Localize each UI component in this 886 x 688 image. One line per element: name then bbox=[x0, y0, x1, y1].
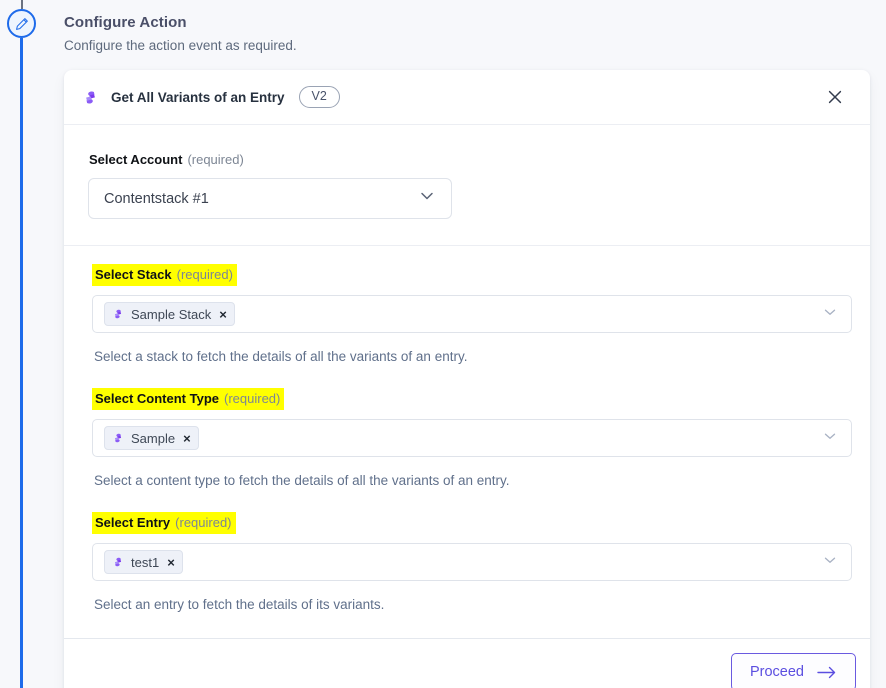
card-header: Get All Variants of an Entry V2 bbox=[64, 70, 870, 125]
select-account-label-text: Select Account bbox=[89, 152, 183, 167]
proceed-button-label: Proceed bbox=[749, 664, 804, 680]
stack-chip-label: Sample Stack bbox=[131, 306, 212, 322]
account-select-dropdown[interactable]: Contentstack #1 bbox=[88, 178, 452, 219]
proceed-button[interactable]: Proceed bbox=[730, 653, 856, 688]
select-stack-required: (required) bbox=[176, 267, 233, 282]
select-entry-label-text: Select Entry bbox=[95, 515, 171, 530]
fields-section: Select Stack (required) Sample Stack × S… bbox=[64, 246, 870, 639]
select-entry-required: (required) bbox=[175, 515, 232, 530]
select-account-required: (required) bbox=[187, 152, 244, 167]
contentstack-logo-icon bbox=[112, 308, 124, 320]
contentstack-logo-glyph bbox=[114, 557, 122, 567]
contentstack-logo-icon bbox=[82, 89, 99, 106]
chevron-down-glyph bbox=[421, 192, 433, 200]
chevron-down-icon bbox=[417, 186, 437, 211]
card-footer: Proceed bbox=[64, 639, 870, 688]
select-stack-label-text: Select Stack bbox=[95, 267, 172, 282]
contentstack-logo-icon bbox=[112, 432, 124, 444]
workflow-rail bbox=[0, 0, 44, 688]
select-entry-help: Select an entry to fetch the details of … bbox=[94, 597, 385, 612]
arrow-right-icon bbox=[817, 666, 837, 679]
account-select-value: Contentstack #1 bbox=[104, 190, 209, 207]
select-entry-label: Select Entry (required) bbox=[92, 512, 848, 534]
pencil-edit-icon[interactable] bbox=[7, 9, 36, 38]
chevron-down-glyph bbox=[824, 309, 836, 315]
content-type-chip-remove-icon[interactable]: × bbox=[183, 432, 191, 445]
rail-line-bottom bbox=[20, 38, 23, 688]
page-title: Configure Action bbox=[64, 14, 187, 31]
rail-line-top bbox=[21, 0, 23, 9]
content-type-chip[interactable]: Sample × bbox=[104, 426, 199, 450]
select-stack-label: Select Stack (required) bbox=[92, 264, 848, 286]
pencil-edit-icon-glyph bbox=[15, 17, 28, 30]
contentstack-logo-glyph bbox=[86, 90, 95, 104]
select-stack-label-highlight: Select Stack (required) bbox=[92, 264, 237, 286]
select-content-type-label-highlight: Select Content Type (required) bbox=[92, 388, 285, 410]
chevron-down-glyph bbox=[824, 433, 836, 439]
configure-action-card: Get All Variants of an Entry V2 Select A… bbox=[64, 70, 870, 688]
version-badge: V2 bbox=[298, 86, 340, 108]
select-entry-label-highlight: Select Entry (required) bbox=[92, 512, 236, 534]
close-icon-glyph bbox=[828, 90, 842, 104]
contentstack-logo-icon bbox=[112, 556, 124, 568]
stack-chip[interactable]: Sample Stack × bbox=[104, 302, 235, 326]
select-content-type-required: (required) bbox=[224, 391, 281, 406]
select-content-type-label-text: Select Content Type bbox=[95, 391, 220, 406]
select-entry-field[interactable]: test1 × bbox=[92, 543, 852, 581]
select-stack-field[interactable]: Sample Stack × bbox=[92, 295, 852, 333]
chevron-down-icon[interactable] bbox=[821, 303, 839, 326]
close-icon[interactable] bbox=[822, 84, 848, 110]
card-title: Get All Variants of an Entry bbox=[111, 89, 285, 105]
select-content-type-label: Select Content Type (required) bbox=[92, 388, 848, 410]
contentstack-logo-glyph bbox=[114, 433, 122, 443]
stack-chip-remove-icon[interactable]: × bbox=[219, 308, 227, 321]
select-stack-help: Select a stack to fetch the details of a… bbox=[94, 349, 468, 364]
select-account-section: Select Account (required) Contentstack #1 bbox=[64, 125, 870, 246]
page-header: Configure Action Configure the action ev… bbox=[64, 12, 664, 56]
select-account-label: Select Account (required) bbox=[88, 151, 848, 169]
arrow-right-glyph bbox=[817, 666, 836, 678]
chevron-down-icon[interactable] bbox=[821, 551, 839, 574]
select-content-type-field[interactable]: Sample × bbox=[92, 419, 852, 457]
entry-chip-remove-icon[interactable]: × bbox=[167, 556, 175, 569]
chevron-down-glyph bbox=[824, 557, 836, 563]
page-subtitle: Configure the action event as required. bbox=[64, 38, 297, 53]
select-content-type-help: Select a content type to fetch the detai… bbox=[94, 473, 510, 488]
entry-chip-label: test1 bbox=[131, 554, 160, 570]
chevron-down-icon[interactable] bbox=[821, 427, 839, 450]
content-type-chip-label: Sample bbox=[131, 430, 176, 446]
entry-chip[interactable]: test1 × bbox=[104, 550, 183, 574]
contentstack-logo-glyph bbox=[114, 309, 122, 319]
